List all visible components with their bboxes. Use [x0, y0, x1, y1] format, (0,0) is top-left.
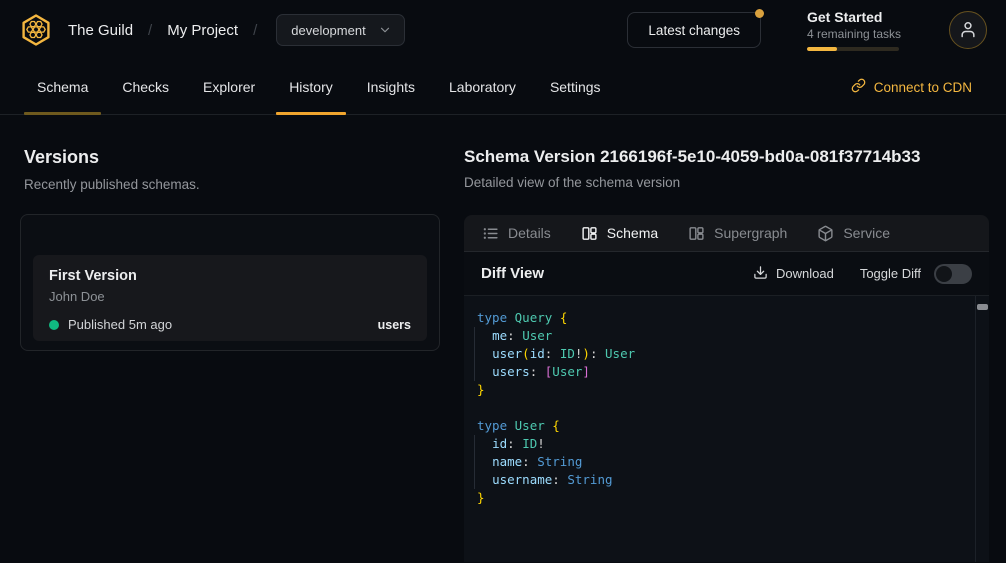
download-button[interactable]: Download: [753, 265, 834, 283]
chevron-down-icon: [378, 23, 392, 37]
indent-guide: [474, 435, 475, 489]
schema-code-editor[interactable]: type Query { me: User user(id: ID!): Use…: [464, 296, 989, 562]
tab-service[interactable]: Service: [817, 225, 890, 242]
tab-schema[interactable]: Schema: [581, 225, 658, 242]
download-label: Download: [776, 266, 834, 281]
get-started-title: Get Started: [807, 9, 903, 25]
layout-icon: [581, 225, 598, 242]
detail-tab-strip: Details Schema: [464, 215, 989, 252]
download-icon: [753, 265, 768, 283]
avatar[interactable]: [949, 11, 987, 49]
toggle-diff-label: Toggle Diff: [860, 266, 921, 281]
service-name-badge: users: [378, 318, 411, 332]
version-list-item[interactable]: First Version John Doe Published 5m ago …: [33, 255, 427, 341]
connect-to-cdn-label: Connect to CDN: [874, 80, 972, 95]
get-started-progress-fill: [807, 47, 837, 51]
versions-title: Versions: [24, 147, 440, 168]
code-content: type Query { me: User user(id: ID!): Use…: [477, 309, 973, 507]
nav-tab-explorer[interactable]: Explorer: [190, 60, 268, 114]
user-icon: [958, 19, 978, 42]
target-selector-value: development: [291, 23, 365, 38]
breadcrumb-separator: /: [148, 22, 152, 39]
version-detail-panel: Schema Version 2166196f-5e10-4059-bd0a-0…: [464, 115, 1006, 562]
latest-changes-button[interactable]: Latest changes: [627, 12, 761, 48]
connect-to-cdn-link[interactable]: Connect to CDN: [851, 60, 972, 114]
version-status: Published 5m ago: [68, 317, 172, 332]
version-detail-box: Details Schema: [464, 215, 989, 562]
versions-panel: Versions Recently published schemas. Fir…: [0, 115, 464, 562]
tab-supergraph[interactable]: Supergraph: [688, 225, 787, 242]
link-icon: [851, 78, 866, 96]
breadcrumb-project[interactable]: My Project: [167, 22, 238, 39]
toggle-knob: [936, 266, 952, 282]
box-icon: [817, 225, 834, 242]
version-title: First Version: [49, 268, 411, 284]
published-status-dot: [49, 320, 59, 330]
tab-details[interactable]: Details: [482, 225, 551, 242]
editor-scrollbar[interactable]: [975, 296, 989, 562]
diff-view-header: Diff View Download Toggle Diff: [464, 252, 989, 296]
version-author: John Doe: [49, 289, 411, 304]
top-header: The Guild / My Project / development Lat…: [0, 0, 1006, 60]
target-selector[interactable]: development: [276, 14, 404, 46]
list-icon: [482, 225, 499, 242]
indent-guide: [474, 327, 475, 381]
diff-view-title: Diff View: [481, 265, 544, 282]
nav-tab-history[interactable]: History: [276, 60, 346, 114]
breadcrumb: The Guild / My Project /: [68, 22, 257, 39]
app-root: The Guild / My Project / development Lat…: [0, 0, 1006, 562]
notification-dot: [755, 9, 764, 18]
get-started-progress-bar: [807, 47, 899, 51]
version-detail-subtitle: Detailed view of the schema version: [464, 175, 989, 190]
get-started-subtitle: 4 remaining tasks: [807, 27, 903, 41]
nav-tab-settings[interactable]: Settings: [537, 60, 614, 114]
nav-tab-laboratory[interactable]: Laboratory: [436, 60, 529, 114]
layout-icon: [688, 225, 705, 242]
latest-changes-label: Latest changes: [648, 23, 740, 38]
versions-subtitle: Recently published schemas.: [24, 177, 440, 192]
breadcrumb-org[interactable]: The Guild: [68, 22, 133, 39]
nav-tab-checks[interactable]: Checks: [109, 60, 182, 114]
versions-list-card: First Version John Doe Published 5m ago …: [20, 214, 440, 351]
scrollbar-thumb[interactable]: [977, 304, 988, 310]
nav-tab-schema[interactable]: Schema: [24, 60, 101, 114]
version-detail-title: Schema Version 2166196f-5e10-4059-bd0a-0…: [464, 147, 989, 167]
breadcrumb-separator: /: [253, 22, 257, 39]
page-nav: Schema Checks Explorer History Insights …: [0, 60, 1006, 115]
get-started-widget[interactable]: Get Started 4 remaining tasks: [807, 9, 903, 51]
nav-tab-insights[interactable]: Insights: [354, 60, 428, 114]
hive-logo-icon[interactable]: [18, 12, 54, 48]
diff-toggle[interactable]: [934, 264, 972, 284]
